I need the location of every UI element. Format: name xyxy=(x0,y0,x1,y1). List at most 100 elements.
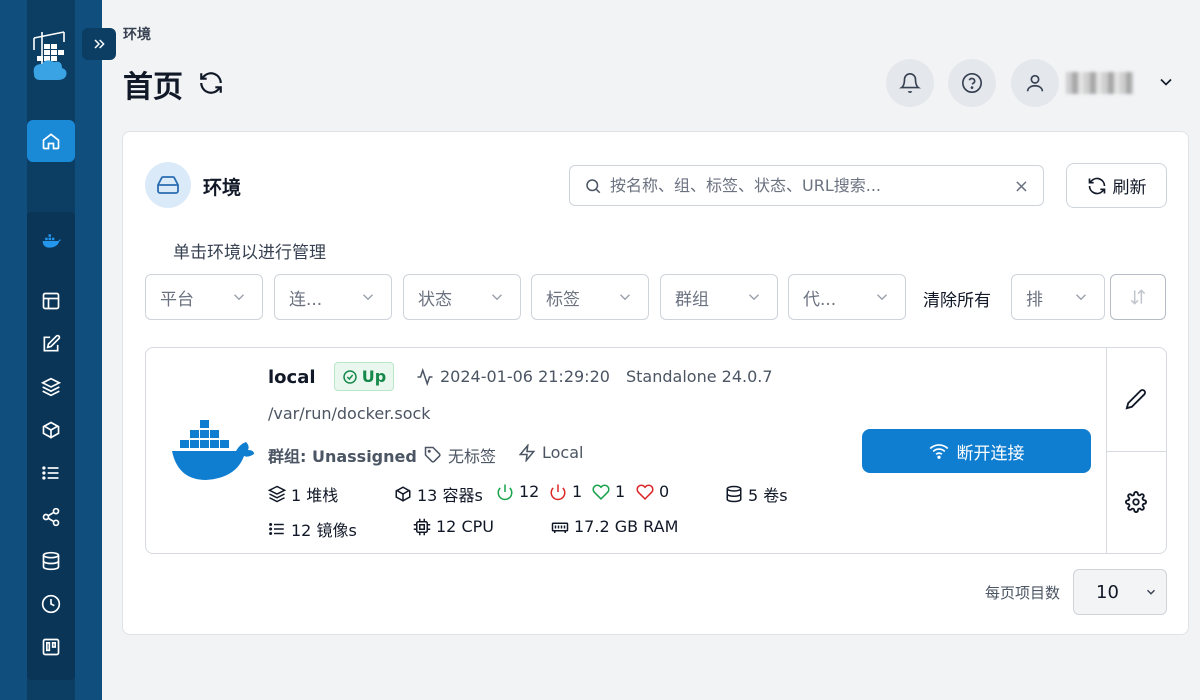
chevron-down-icon xyxy=(491,294,503,301)
items-per-page-label: 每页项目数 xyxy=(985,584,1061,602)
user-menu-button[interactable] xyxy=(1011,59,1059,107)
hard-drive-icon xyxy=(157,176,179,194)
filter-status[interactable]: 状态 xyxy=(403,274,521,320)
sidebar-item-events[interactable] xyxy=(27,583,75,625)
type-text: Local xyxy=(542,443,584,462)
edit-icon xyxy=(43,334,61,352)
chevron-down-icon xyxy=(876,294,888,301)
sort-arrows-icon xyxy=(1130,289,1146,305)
engine-version: Standalone 24.0.7 xyxy=(626,367,773,386)
search-input[interactable] xyxy=(610,176,1010,195)
sort-by-select[interactable]: 排 xyxy=(1011,274,1105,320)
chevrons-right-icon xyxy=(94,39,105,49)
clear-all-filters-link[interactable]: 清除所有 xyxy=(923,286,991,311)
username-blurred[interactable] xyxy=(1066,72,1134,94)
sidebar xyxy=(0,0,102,700)
clock-icon xyxy=(41,594,61,614)
sidebar-item-stacks[interactable] xyxy=(27,366,75,408)
heart-unhealthy-icon xyxy=(636,483,654,500)
chevron-down-icon xyxy=(362,294,374,301)
healthy-count: 1 xyxy=(592,482,625,501)
filter-label: 标签 xyxy=(546,289,580,310)
stacks-text: 1 堆栈 xyxy=(291,486,339,505)
containers-count: 13 容器s xyxy=(394,482,483,506)
group-info: 群组: Unassigned xyxy=(268,443,417,467)
sidebar-item-home[interactable] xyxy=(27,120,75,162)
refresh-button[interactable]: 刷新 xyxy=(1066,163,1167,208)
bell-icon xyxy=(899,73,921,93)
search-icon xyxy=(586,178,601,193)
stacks-count: 1 堆栈 xyxy=(268,482,338,506)
list-icon xyxy=(269,523,284,535)
status-badge: Up xyxy=(334,362,394,391)
filter-tags[interactable]: 标签 xyxy=(531,274,649,320)
heart-healthy-icon xyxy=(592,483,610,500)
unhealthy-count: 0 xyxy=(636,482,669,501)
check-circle-icon xyxy=(343,369,357,384)
tags-info: 无标签 xyxy=(424,443,496,467)
volumes-text: 5 卷s xyxy=(748,486,788,505)
power-on-icon xyxy=(497,484,513,500)
filter-label: 代... xyxy=(803,289,837,310)
filter-label: 群组 xyxy=(675,289,709,310)
chevron-down-icon[interactable] xyxy=(1156,72,1176,92)
ram-text: 17.2 GB RAM xyxy=(574,517,679,536)
filter-groups[interactable]: 群组 xyxy=(660,274,778,320)
status-text: Up xyxy=(361,367,387,386)
dashboard-icon xyxy=(42,292,60,310)
reload-icon[interactable] xyxy=(198,70,224,96)
running-text: 12 xyxy=(519,482,540,501)
layers-icon xyxy=(268,485,286,503)
disconnect-label: 断开连接 xyxy=(956,443,1025,464)
filter-connection[interactable]: 连... xyxy=(274,274,392,320)
chevron-down-icon xyxy=(233,294,245,301)
board-icon xyxy=(42,638,60,656)
environment-item[interactable]: local Up 2024-01-06 21:29:20 Standalone … xyxy=(145,347,1167,554)
expand-sidebar-button[interactable] xyxy=(82,28,116,60)
edit-pencil-icon[interactable] xyxy=(1125,388,1147,410)
filter-label: 连... xyxy=(289,289,323,310)
items-per-page-value: 10 xyxy=(1096,581,1119,603)
images-text: 12 镜像s xyxy=(291,521,357,540)
layers-icon xyxy=(41,377,61,397)
list-icon xyxy=(42,466,59,480)
notifications-button[interactable] xyxy=(886,59,934,107)
filter-agent[interactable]: 代... xyxy=(788,274,906,320)
sidebar-item-templates[interactable] xyxy=(27,323,75,365)
search-field[interactable]: × xyxy=(569,165,1044,206)
running-count: 12 xyxy=(496,482,539,501)
panel-hint: 单击环境以进行管理 xyxy=(173,243,326,263)
cpu-count: 12 CPU xyxy=(413,517,494,536)
filter-platform[interactable]: 平台 xyxy=(145,274,263,320)
environment-name: local xyxy=(268,367,316,388)
chevron-down-icon xyxy=(1147,589,1155,595)
breadcrumb[interactable]: 环境 xyxy=(123,24,151,44)
panel-title: 环境 xyxy=(203,177,242,199)
engine-info: Standalone 24.0.7 xyxy=(626,367,773,386)
sidebar-item-networks[interactable] xyxy=(27,496,75,538)
filter-label: 状态 xyxy=(418,289,452,310)
filter-label: 平台 xyxy=(160,289,194,310)
cpu-icon xyxy=(413,518,431,535)
environment-icon-badge xyxy=(145,162,191,208)
database-icon xyxy=(42,551,60,571)
sidebar-item-dashboard[interactable] xyxy=(27,280,75,322)
activity-icon xyxy=(417,367,433,386)
sidebar-item-docker[interactable] xyxy=(27,220,75,262)
clear-search-icon[interactable]: × xyxy=(1014,176,1029,197)
gear-icon[interactable] xyxy=(1125,491,1147,513)
lightning-icon xyxy=(518,443,536,462)
sidebar-item-host[interactable] xyxy=(27,626,75,668)
sidebar-item-containers[interactable] xyxy=(27,409,75,451)
stopped-count: 1 xyxy=(549,482,582,501)
sidebar-item-images[interactable] xyxy=(27,452,75,494)
volumes-count: 5 卷s xyxy=(725,482,788,506)
sidebar-item-volumes[interactable] xyxy=(27,540,75,582)
help-button[interactable] xyxy=(948,59,996,107)
items-per-page-select[interactable]: 10 xyxy=(1073,569,1167,615)
disconnect-button[interactable]: 断开连接 xyxy=(862,429,1091,473)
environment-actions xyxy=(1106,348,1167,553)
sort-direction-button[interactable] xyxy=(1110,274,1166,320)
portainer-logo[interactable] xyxy=(28,28,74,84)
wifi-icon xyxy=(929,444,948,459)
